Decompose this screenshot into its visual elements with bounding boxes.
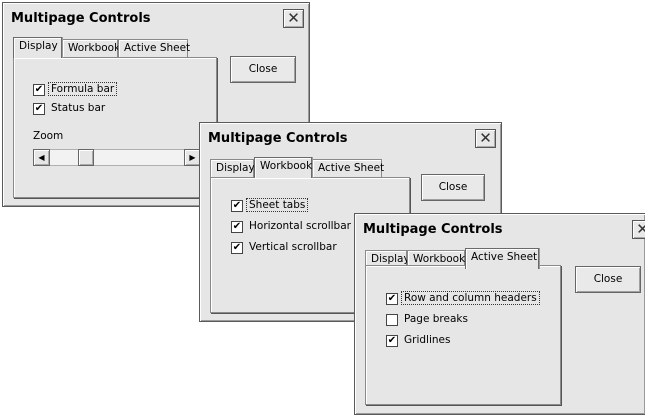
- tab-active-sheet[interactable]: Active Sheet: [118, 39, 190, 57]
- dialog-title: Multipage Controls: [363, 222, 503, 237]
- tab-active-sheet[interactable]: Active Sheet: [312, 159, 384, 177]
- title-bar[interactable]: Multipage Controls ✕: [202, 125, 499, 153]
- check-icon: ✔: [386, 335, 398, 347]
- tab-workbook[interactable]: Workbook: [62, 39, 120, 57]
- zoom-scrollbar[interactable]: ◀ ▶: [33, 149, 201, 166]
- close-button[interactable]: Close: [230, 56, 296, 83]
- tab-active-sheet[interactable]: Active Sheet: [465, 248, 539, 269]
- dialog-title: Multipage Controls: [11, 11, 151, 26]
- checkbox-label: Vertical scrollbar: [249, 241, 337, 253]
- close-icon[interactable]: ✕: [475, 129, 496, 148]
- check-icon: ✔: [33, 103, 45, 115]
- checkbox-label: Page breaks: [404, 313, 468, 325]
- close-icon[interactable]: ✕: [632, 220, 645, 239]
- dialog-title: Multipage Controls: [208, 131, 348, 146]
- dialog-active-sheet: Multipage Controls ✕ Display Workbook Ac…: [354, 213, 645, 415]
- scroll-thumb[interactable]: [78, 149, 94, 166]
- title-bar[interactable]: Multipage Controls ✕: [5, 5, 307, 33]
- check-icon: ✔: [231, 200, 243, 212]
- close-button[interactable]: Close: [575, 266, 641, 293]
- close-icon[interactable]: ✕: [283, 9, 304, 28]
- scroll-left-arrow-icon[interactable]: ◀: [33, 149, 50, 166]
- check-icon: ✔: [231, 242, 243, 254]
- check-icon: ✔: [386, 293, 398, 305]
- close-button[interactable]: Close: [421, 174, 485, 201]
- tab-workbook[interactable]: Workbook: [254, 157, 312, 178]
- checkbox-label: Row and column headers: [401, 291, 540, 305]
- checkbox-label: Formula bar: [47, 82, 118, 96]
- check-icon: ✔: [231, 221, 243, 233]
- tab-page-active-sheet: ✔ Row and column headers Page breaks ✔ G…: [365, 265, 561, 405]
- zoom-label: Zoom: [33, 130, 64, 142]
- tab-page-display: ✔ Formula bar ✔ Status bar Zoom ◀ ▶: [13, 57, 217, 198]
- tab-display[interactable]: Display: [210, 159, 255, 177]
- check-icon: [386, 314, 398, 326]
- checkbox-label: Gridlines: [404, 334, 451, 346]
- tab-display[interactable]: Display: [13, 37, 62, 58]
- checkbox-label: Horizontal scrollbar: [249, 220, 351, 232]
- checkbox-label: Status bar: [51, 102, 106, 114]
- checkbox-label: Sheet tabs: [245, 198, 309, 212]
- check-icon: ✔: [33, 84, 45, 96]
- title-bar[interactable]: Multipage Controls ✕: [357, 216, 645, 244]
